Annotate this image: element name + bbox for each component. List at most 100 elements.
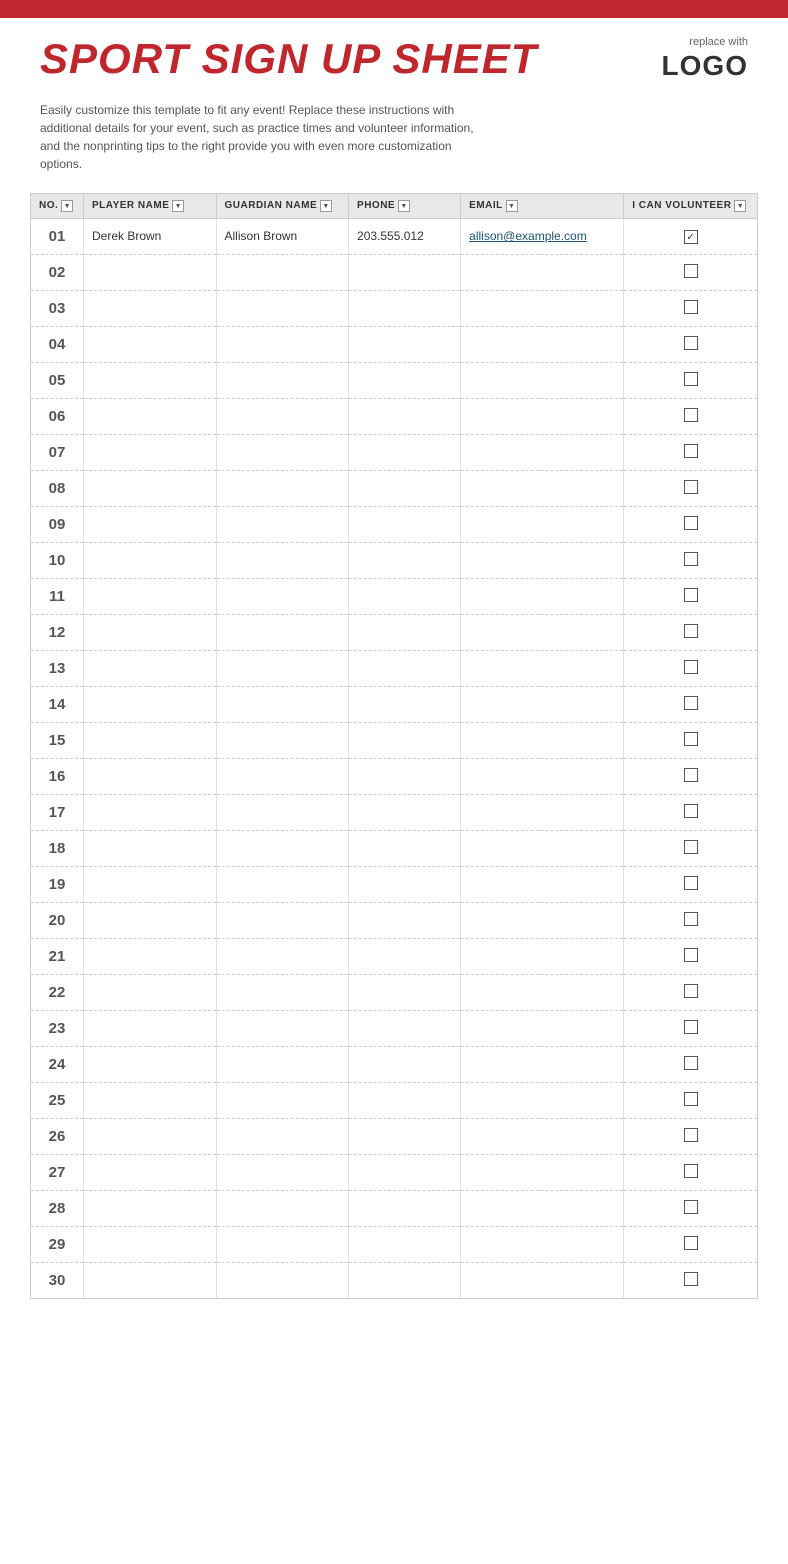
player-name-dropdown-icon[interactable]: ▼ [172, 200, 184, 212]
checkbox-empty-icon[interactable] [684, 372, 698, 386]
col-header-player-name[interactable]: PLAYER NAME ▼ [84, 193, 217, 218]
cell-phone[interactable] [349, 290, 461, 326]
cell-player-name[interactable] [84, 1190, 217, 1226]
col-header-phone[interactable]: PHONE ▼ [349, 193, 461, 218]
cell-player-name[interactable] [84, 542, 217, 578]
cell-volunteer-checkbox[interactable] [624, 542, 758, 578]
col-header-guardian-name[interactable]: GUARDIAN NAME ▼ [216, 193, 349, 218]
cell-email[interactable] [461, 866, 624, 902]
cell-phone[interactable] [349, 1118, 461, 1154]
checkbox-empty-icon[interactable] [684, 984, 698, 998]
cell-volunteer-checkbox[interactable] [624, 1190, 758, 1226]
cell-volunteer-checkbox[interactable] [624, 506, 758, 542]
cell-volunteer-checkbox[interactable] [624, 686, 758, 722]
cell-guardian-name[interactable] [216, 866, 349, 902]
cell-phone[interactable] [349, 614, 461, 650]
cell-guardian-name[interactable] [216, 650, 349, 686]
cell-email[interactable] [461, 1154, 624, 1190]
cell-phone[interactable] [349, 398, 461, 434]
cell-guardian-name[interactable] [216, 830, 349, 866]
cell-email[interactable] [461, 722, 624, 758]
checkbox-empty-icon[interactable] [684, 1272, 698, 1286]
cell-player-name[interactable] [84, 362, 217, 398]
cell-volunteer-checkbox[interactable] [624, 1118, 758, 1154]
cell-volunteer-checkbox[interactable]: ✓ [624, 218, 758, 254]
cell-email[interactable] [461, 974, 624, 1010]
cell-guardian-name[interactable] [216, 1154, 349, 1190]
cell-guardian-name[interactable] [216, 290, 349, 326]
cell-email[interactable] [461, 758, 624, 794]
cell-volunteer-checkbox[interactable] [624, 758, 758, 794]
checkbox-empty-icon[interactable] [684, 624, 698, 638]
checkbox-empty-icon[interactable] [684, 408, 698, 422]
cell-guardian-name[interactable]: Allison Brown [216, 218, 349, 254]
checkbox-empty-icon[interactable] [684, 732, 698, 746]
cell-guardian-name[interactable] [216, 1262, 349, 1298]
checkbox-empty-icon[interactable] [684, 1200, 698, 1214]
cell-volunteer-checkbox[interactable] [624, 1154, 758, 1190]
checkbox-empty-icon[interactable] [684, 1020, 698, 1034]
cell-phone[interactable] [349, 902, 461, 938]
cell-email[interactable] [461, 434, 624, 470]
cell-guardian-name[interactable] [216, 1046, 349, 1082]
cell-player-name[interactable] [84, 290, 217, 326]
cell-email[interactable] [461, 578, 624, 614]
cell-guardian-name[interactable] [216, 614, 349, 650]
cell-player-name[interactable] [84, 470, 217, 506]
cell-phone[interactable]: 203.555.012 [349, 218, 461, 254]
email-dropdown-icon[interactable]: ▼ [506, 200, 518, 212]
cell-player-name[interactable] [84, 326, 217, 362]
cell-volunteer-checkbox[interactable] [624, 794, 758, 830]
cell-phone[interactable] [349, 1262, 461, 1298]
cell-phone[interactable] [349, 254, 461, 290]
checkbox-empty-icon[interactable] [684, 1056, 698, 1070]
cell-phone[interactable] [349, 326, 461, 362]
cell-email[interactable] [461, 254, 624, 290]
cell-phone[interactable] [349, 1154, 461, 1190]
checkbox-empty-icon[interactable] [684, 804, 698, 818]
cell-phone[interactable] [349, 542, 461, 578]
phone-dropdown-icon[interactable]: ▼ [398, 200, 410, 212]
cell-volunteer-checkbox[interactable] [624, 866, 758, 902]
checkbox-empty-icon[interactable] [684, 660, 698, 674]
checkbox-empty-icon[interactable] [684, 588, 698, 602]
checkbox-empty-icon[interactable] [684, 264, 698, 278]
cell-phone[interactable] [349, 470, 461, 506]
cell-player-name[interactable] [84, 686, 217, 722]
cell-email[interactable] [461, 614, 624, 650]
cell-volunteer-checkbox[interactable] [624, 470, 758, 506]
cell-player-name[interactable] [84, 398, 217, 434]
checkbox-empty-icon[interactable] [684, 1236, 698, 1250]
cell-email[interactable]: allison@example.com [461, 218, 624, 254]
cell-player-name[interactable] [84, 434, 217, 470]
cell-player-name[interactable] [84, 722, 217, 758]
checkbox-empty-icon[interactable] [684, 552, 698, 566]
cell-volunteer-checkbox[interactable] [624, 1262, 758, 1298]
cell-phone[interactable] [349, 362, 461, 398]
cell-guardian-name[interactable] [216, 254, 349, 290]
col-header-no[interactable]: NO. ▼ [31, 193, 84, 218]
cell-volunteer-checkbox[interactable] [624, 326, 758, 362]
cell-player-name[interactable] [84, 1046, 217, 1082]
cell-volunteer-checkbox[interactable] [624, 578, 758, 614]
cell-phone[interactable] [349, 938, 461, 974]
cell-guardian-name[interactable] [216, 398, 349, 434]
cell-phone[interactable] [349, 686, 461, 722]
cell-email[interactable] [461, 542, 624, 578]
cell-guardian-name[interactable] [216, 974, 349, 1010]
checkbox-empty-icon[interactable] [684, 336, 698, 350]
cell-player-name[interactable] [84, 1262, 217, 1298]
cell-volunteer-checkbox[interactable] [624, 362, 758, 398]
cell-volunteer-checkbox[interactable] [624, 830, 758, 866]
cell-guardian-name[interactable] [216, 758, 349, 794]
cell-guardian-name[interactable] [216, 470, 349, 506]
cell-email[interactable] [461, 470, 624, 506]
cell-player-name[interactable] [84, 794, 217, 830]
email-link[interactable]: allison@example.com [469, 229, 587, 243]
cell-guardian-name[interactable] [216, 578, 349, 614]
cell-volunteer-checkbox[interactable] [624, 722, 758, 758]
cell-player-name[interactable] [84, 650, 217, 686]
checkbox-empty-icon[interactable] [684, 480, 698, 494]
cell-volunteer-checkbox[interactable] [624, 1010, 758, 1046]
cell-volunteer-checkbox[interactable] [624, 1046, 758, 1082]
